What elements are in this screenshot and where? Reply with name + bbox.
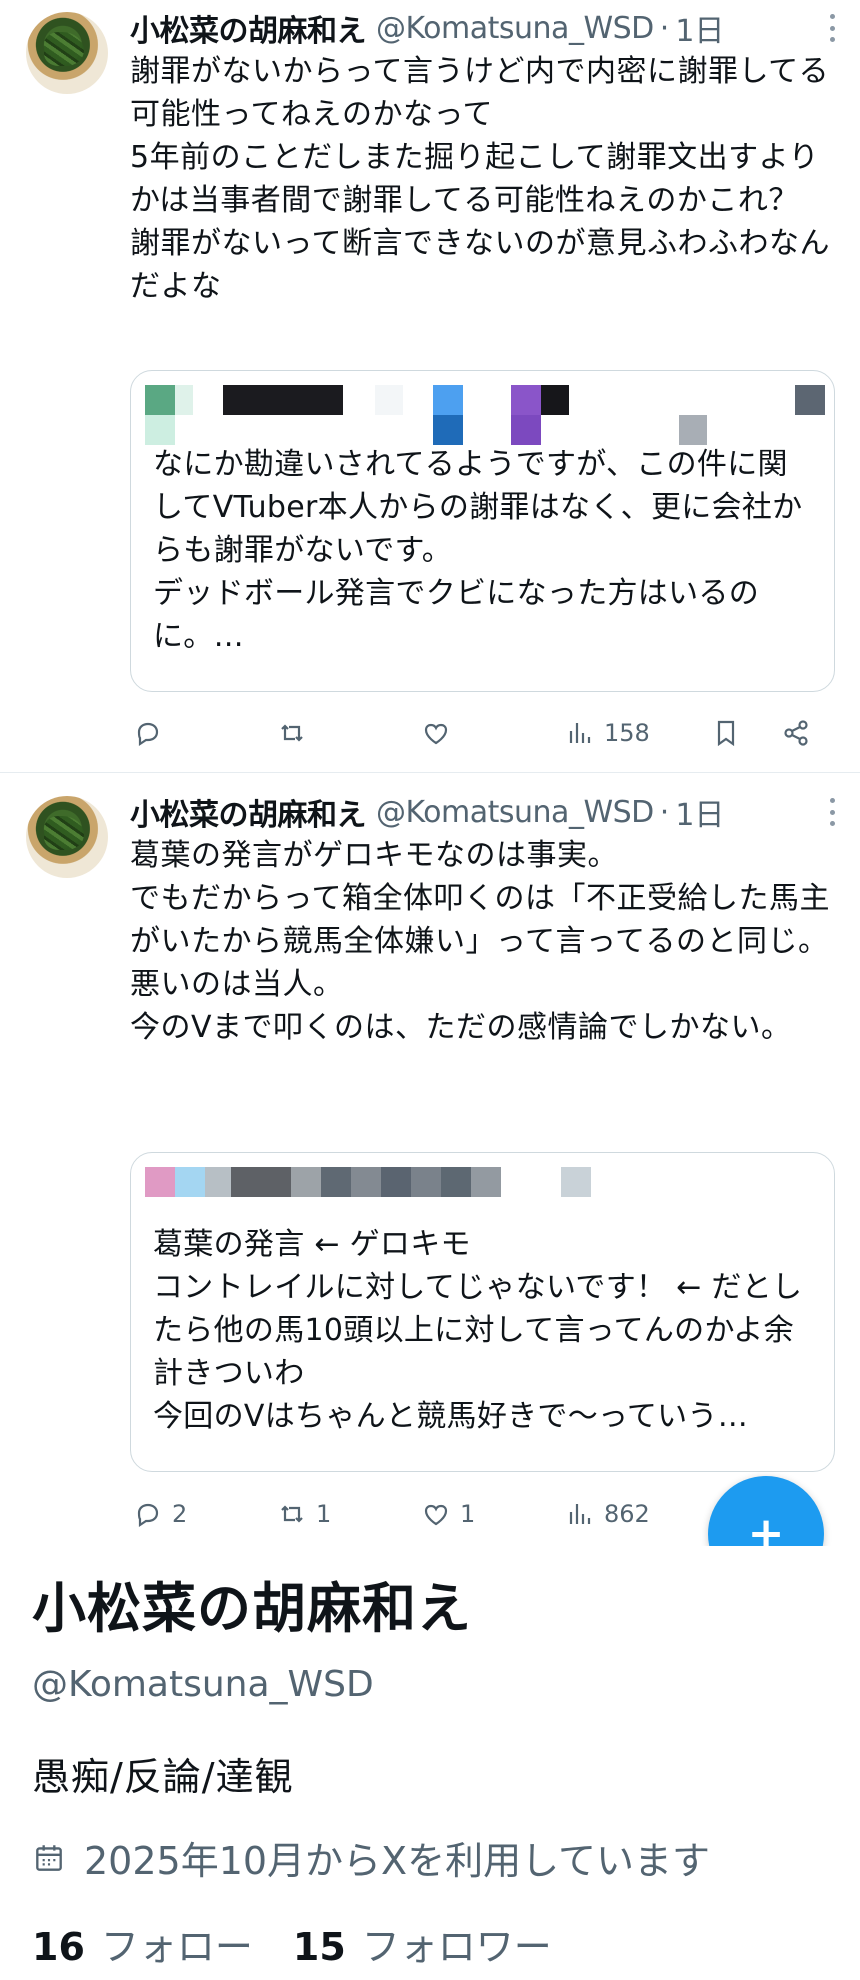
views-button[interactable]: 862 — [564, 1494, 650, 1534]
tweet[interactable]: 小松菜の胡麻和え @Komatsuna_WSD · 1日 謝罪がないからって言う… — [0, 0, 860, 773]
like-count: 1 — [460, 1500, 476, 1528]
bookmark-icon — [717, 720, 735, 747]
blurred-author-mosaic — [145, 385, 825, 445]
quoted-tweet[interactable]: 葛葉の発言 ← ゲロキモ コントレイルに対してじゃないです！ ← だとしたら他の… — [130, 1152, 835, 1472]
compose-fab-container: + — [690, 1440, 840, 1546]
share-icon — [784, 720, 808, 746]
more-options-icon[interactable] — [828, 798, 836, 826]
tweet-header: 小松菜の胡麻和え @Komatsuna_WSD · 1日 — [130, 6, 840, 50]
retweet-icon — [281, 724, 303, 742]
blurred-author-mosaic — [145, 1167, 625, 1197]
retweet-count: 1 — [316, 1500, 332, 1528]
quoted-tweet-text: 葛葉の発言 ← ゲロキモ コントレイルに対してじゃないです！ ← だとしたら他の… — [153, 1227, 803, 1434]
separator-dot: · — [659, 10, 670, 46]
heart-icon — [424, 1504, 448, 1526]
like-button[interactable]: 1 — [420, 1494, 475, 1534]
views-chart-icon — [569, 723, 591, 743]
retweet-button[interactable] — [276, 713, 316, 753]
calendar-icon — [36, 1844, 62, 1871]
reply-icon — [137, 722, 159, 747]
tweet-text: 謝罪がないからって言うけど内で内密に謝罪してる可能性ってねえのかなって 5年前の… — [130, 54, 830, 304]
following-label[interactable]: フォロー — [101, 1916, 253, 1971]
more-options-icon[interactable] — [828, 14, 836, 42]
retweet-icon — [281, 1505, 303, 1523]
timestamp[interactable]: 1日 — [675, 6, 724, 50]
author-name[interactable]: 小松菜の胡麻和え — [130, 6, 367, 50]
reply-button[interactable] — [132, 713, 172, 753]
separator-dot: · — [659, 794, 670, 830]
profile-summary: 小松菜の胡麻和え @Komatsuna_WSD 愚痴/反論/達観 2025年10… — [0, 1546, 860, 1980]
timestamp[interactable]: 1日 — [675, 790, 724, 834]
tweet-actions: 158 — [130, 713, 835, 753]
tweet[interactable]: 小松菜の胡麻和え @Komatsuna_WSD · 1日 葛葉の発言がゲロキモな… — [0, 774, 860, 1546]
joined-text: 2025年10月からXを利用しています — [84, 1839, 710, 1883]
avatar[interactable] — [26, 796, 108, 878]
follow-stats: 16 フォロー 15 フォロワー — [32, 1916, 592, 1971]
reply-icon — [137, 1503, 159, 1528]
views-count: 158 — [604, 719, 650, 747]
reply-count: 2 — [172, 1500, 188, 1528]
avatar[interactable] — [26, 12, 108, 94]
share-button[interactable] — [780, 713, 812, 753]
profile-joined: 2025年10月からXを利用しています — [32, 1830, 710, 1885]
views-chart-icon — [569, 1504, 591, 1524]
followers-count[interactable]: 15 — [293, 1925, 346, 1969]
reply-button[interactable]: 2 — [132, 1494, 187, 1534]
like-button[interactable] — [420, 713, 460, 753]
profile-name: 小松菜の胡麻和え — [32, 1577, 472, 1640]
author-handle[interactable]: @Komatsuna_WSD — [376, 11, 654, 46]
author-handle[interactable]: @Komatsuna_WSD — [376, 795, 654, 830]
compose-button[interactable]: + — [708, 1476, 824, 1546]
heart-icon — [424, 723, 448, 745]
views-count: 862 — [604, 1500, 650, 1528]
tweet-header: 小松菜の胡麻和え @Komatsuna_WSD · 1日 — [130, 790, 840, 834]
quoted-tweet-text: なにか勘違いされてるようですが、この件に関してVTuber本人からの謝罪はなく、… — [153, 447, 803, 654]
followers-label[interactable]: フォロワー — [362, 1916, 552, 1971]
profile-handle: @Komatsuna_WSD — [32, 1664, 374, 1705]
tweet-text: 葛葉の発言がゲロキモなのは事実。 でもだからって箱全体叩くのは「不正受給した馬主… — [130, 838, 830, 1045]
retweet-button[interactable]: 1 — [276, 1494, 331, 1534]
plus-icon: + — [747, 1508, 785, 1547]
bookmark-button[interactable] — [710, 713, 742, 753]
author-name[interactable]: 小松菜の胡麻和え — [130, 790, 367, 834]
quoted-tweet[interactable]: なにか勘違いされてるようですが、この件に関してVTuber本人からの謝罪はなく、… — [130, 370, 835, 692]
following-count[interactable]: 16 — [32, 1925, 85, 1969]
views-button[interactable]: 158 — [564, 713, 650, 753]
profile-bio: 愚痴/反論/達観 — [32, 1755, 294, 1799]
